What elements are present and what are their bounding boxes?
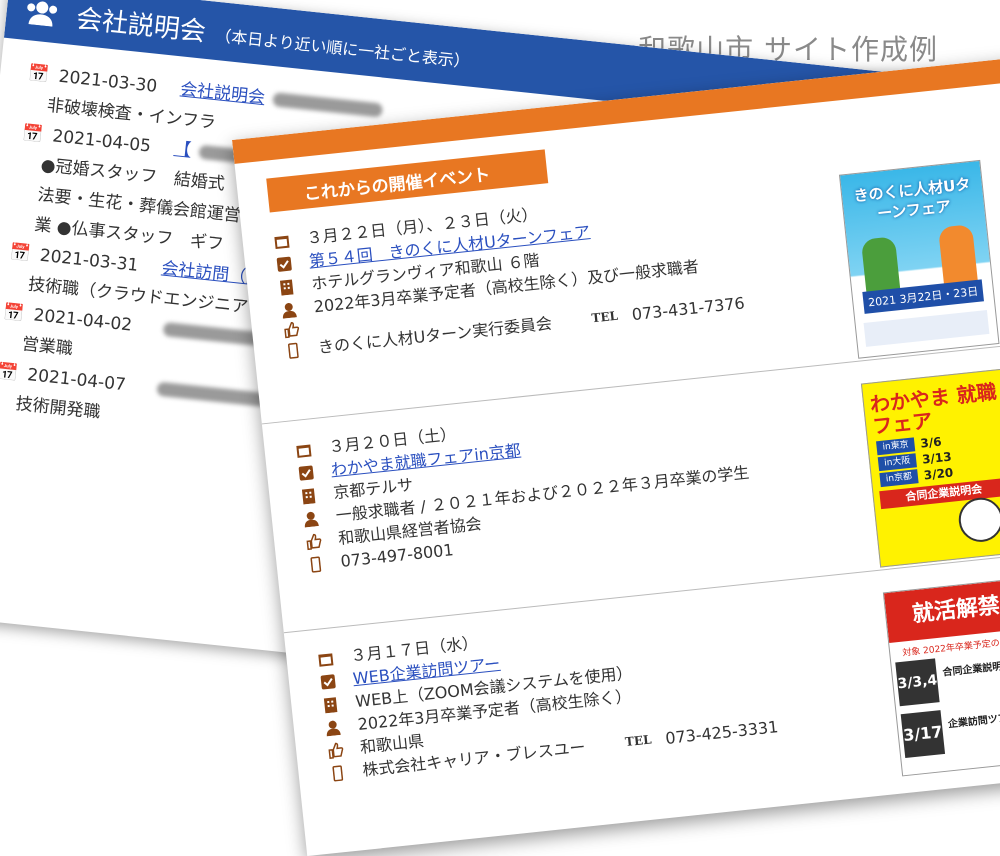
building-icon xyxy=(277,277,297,297)
poster-city: in大阪 xyxy=(877,453,917,472)
poster-date: 3/13 xyxy=(921,449,953,467)
calendar-icon xyxy=(272,231,292,251)
thumbs-up-icon xyxy=(325,740,345,760)
phone-icon xyxy=(306,554,326,574)
poster-label: 合同企業説明会 xyxy=(942,660,1000,679)
event-poster-thumbnail[interactable]: 就活解禁 対象 2022年卒業予定の学生 3/3,4 合同企業説明会 3/17 … xyxy=(882,577,1000,777)
phone-icon xyxy=(328,763,348,783)
poster-date-block: 3/17 xyxy=(900,710,946,759)
calendar-icon: 📅 xyxy=(2,302,26,325)
poster-date: 3/6 xyxy=(919,434,943,451)
poster-date: 3/20 xyxy=(923,465,954,483)
poster-city: in東京 xyxy=(876,437,916,456)
checkbox-icon xyxy=(296,463,316,483)
blurred-company-name xyxy=(156,381,268,408)
thumbs-up-icon xyxy=(303,531,323,551)
tel-label: TEL xyxy=(624,732,653,750)
checkbox-icon xyxy=(274,254,294,274)
event-poster-thumbnail[interactable]: きのくに人材Uターンフェア 2021 3月22日・23日 xyxy=(838,159,1000,359)
blurred-company-name xyxy=(272,92,383,118)
calendar-icon xyxy=(294,440,314,460)
calendar-icon: 📅 xyxy=(21,123,45,146)
calendar-icon: 📅 xyxy=(27,63,51,86)
person-icon xyxy=(301,508,321,528)
calendar-icon: 📅 xyxy=(0,361,20,384)
phone-icon xyxy=(283,340,303,360)
event-poster-thumbnail[interactable]: わかやま 就職フェア in東京 3/6 in大阪 3/13 in京都 3/20 … xyxy=(860,368,1000,568)
poster-mascot xyxy=(956,495,1000,544)
checkbox-icon xyxy=(318,672,338,692)
entry-link[interactable]: 会社説明会 xyxy=(179,79,266,108)
poster-footer xyxy=(863,310,990,347)
poster-city: in京都 xyxy=(879,469,919,488)
building-icon xyxy=(299,486,319,506)
calendar-icon xyxy=(316,649,336,669)
calendar-icon: 📅 xyxy=(8,242,32,265)
building-icon xyxy=(321,694,341,714)
upcoming-events-panel: これからの開催イベント ３月２２日（月）、２３日（火） 第５４回 きのくに人材U… xyxy=(232,54,1000,856)
poster-title: わかやま 就職フェア xyxy=(868,379,998,439)
poster-date-block: 3/3,4 xyxy=(895,658,940,707)
person-icon xyxy=(323,717,343,737)
thumbs-up-icon xyxy=(281,320,301,340)
entry-link[interactable]: 【 xyxy=(173,139,192,161)
poster-title: きのくに人材Uターンフェア xyxy=(852,175,972,223)
users-icon xyxy=(23,0,60,31)
poster-label: 企業訪問ツアー xyxy=(947,712,1000,731)
person-icon xyxy=(279,300,299,320)
back-panel-title: 会社説明会 xyxy=(74,3,208,48)
tel-label: TEL xyxy=(590,308,619,326)
